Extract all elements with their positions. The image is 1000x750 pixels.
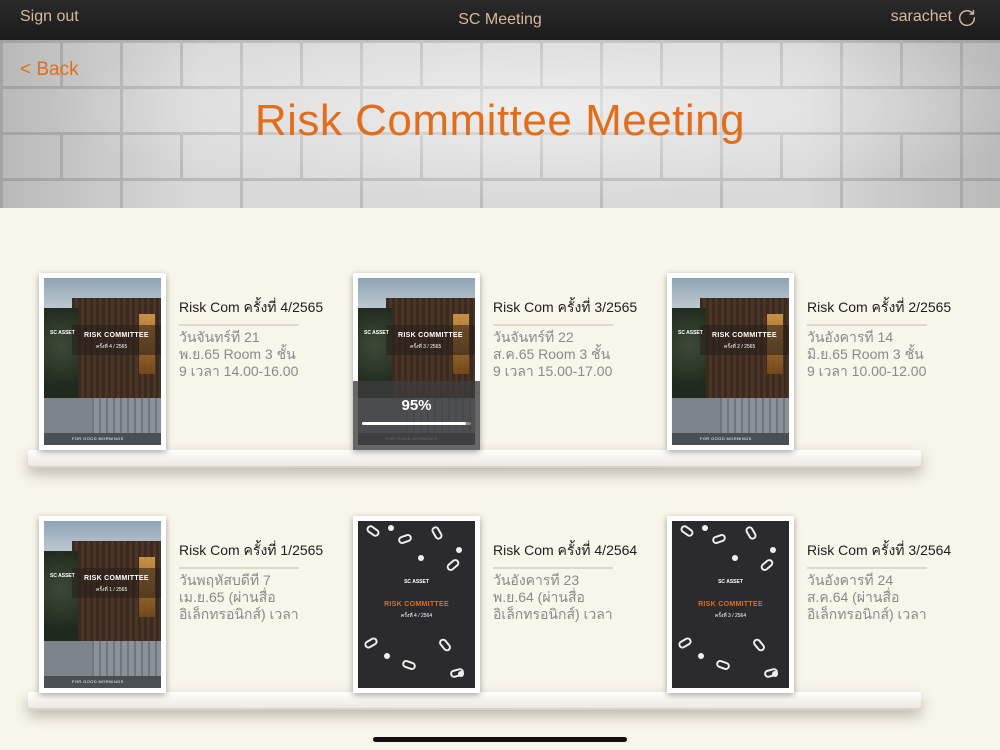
cover-brand: SC ASSET <box>678 330 703 336</box>
app-title: SC Meeting <box>458 11 542 28</box>
meeting-description: วันอังคารที่ 23 พ.ย.64 (ผ่านสื่ออิเล็กทร… <box>493 572 613 622</box>
username-label: sarachet <box>890 8 952 25</box>
meeting-title[interactable]: Risk Com ครั้งที่ 4/2565 <box>179 297 339 319</box>
meeting-description: วันจันทร์ที่ 21 พ.ย.65 Room 3 ชั้น 9 เวล… <box>179 329 299 379</box>
meeting-cover[interactable]: SC ASSET RISK COMMITTEE ครั้งที่ 4 / 256… <box>39 273 166 450</box>
meeting-description: วันอังคารที่ 24 ส.ค.64 (ผ่านสื่ออิเล็กทร… <box>807 572 927 622</box>
cover-subtitle: ครั้งที่ 1 / 2565 <box>96 587 128 593</box>
cover-brand: SC ASSET <box>364 330 389 336</box>
divider <box>179 324 299 326</box>
divider <box>493 324 613 326</box>
meeting-cover[interactable]: SC ASSET RISK COMMITTEE ครั้งที่ 1 / 256… <box>39 516 166 693</box>
meeting-item[interactable]: SC ASSET RISK COMMITTEE ครั้งที่ 4 / 256… <box>353 516 653 696</box>
cover-brand: SC ASSET <box>718 579 743 585</box>
download-progress-fill <box>362 422 466 425</box>
divider <box>179 567 299 569</box>
cover-brand: SC ASSET <box>50 330 75 336</box>
cover-title: RISK COMMITTEE <box>398 332 463 339</box>
home-indicator[interactable] <box>373 737 627 742</box>
meeting-item[interactable]: SC ASSET RISK COMMITTEE ครั้งที่ 3 / 256… <box>667 516 967 696</box>
cover-subtitle: ครั้งที่ 2 / 2565 <box>724 344 756 350</box>
cover-title: RISK COMMITTEE <box>84 332 149 339</box>
refresh-icon[interactable] <box>956 6 978 28</box>
meeting-title[interactable]: Risk Com ครั้งที่ 3/2565 <box>493 297 653 319</box>
meeting-item[interactable]: SC ASSET RISK COMMITTEE ครั้งที่ 2 / 256… <box>667 273 967 453</box>
cover-title: RISK COMMITTEE <box>712 332 777 339</box>
divider <box>807 324 927 326</box>
cover-title: RISK COMMITTEE <box>384 601 449 608</box>
cover-brand: SC ASSET <box>50 573 75 579</box>
cover-footer: FOR GOOD MORNINGS <box>72 679 124 684</box>
cover-brand: SC ASSET <box>404 579 429 585</box>
download-progress-track <box>362 422 471 425</box>
divider <box>807 567 927 569</box>
download-progress-overlay: 95% <box>353 381 480 450</box>
cover-title: RISK COMMITTEE <box>698 601 763 608</box>
meeting-item[interactable]: SC ASSET RISK COMMITTEE ครั้งที่ 4 / 256… <box>39 273 339 453</box>
cover-subtitle: ครั้งที่ 3 / 2564 <box>714 613 747 619</box>
meeting-description: วันพฤหัสบดีที่ 7 เม.ย.65 (ผ่านสื่ออิเล็ก… <box>179 572 299 622</box>
meeting-cover[interactable]: SC ASSET RISK COMMITTEE ครั้งที่ 2 / 256… <box>667 273 794 450</box>
meeting-cover[interactable]: SC ASSET RISK COMMITTEE ครั้งที่ 4 / 256… <box>353 516 480 693</box>
download-progress-text: 95% <box>401 397 432 414</box>
meeting-cover[interactable]: SC ASSET RISK COMMITTEE ครั้งที่ 3 / 256… <box>667 516 794 693</box>
cover-footer: FOR GOOD MORNINGS <box>700 436 752 441</box>
cover-subtitle: ครั้งที่ 4 / 2565 <box>96 344 128 350</box>
meeting-title[interactable]: Risk Com ครั้งที่ 4/2564 <box>493 540 653 562</box>
meeting-item[interactable]: SC ASSET RISK COMMITTEE ครั้งที่ 1 / 256… <box>39 516 339 696</box>
meeting-title[interactable]: Risk Com ครั้งที่ 3/2564 <box>807 540 967 562</box>
meeting-title[interactable]: Risk Com ครั้งที่ 2/2565 <box>807 297 967 319</box>
divider <box>493 567 613 569</box>
meeting-description: วันอังคารที่ 14 มิ.ย.65 Room 3 ชั้น 9 เว… <box>807 329 927 379</box>
cover-footer: FOR GOOD MORNINGS <box>72 436 124 441</box>
cover-subtitle: ครั้งที่ 3 / 2565 <box>410 344 442 350</box>
top-bar: Sign out SC Meeting sarachet <box>0 0 1000 40</box>
meeting-cover[interactable]: SC ASSET RISK COMMITTEE ครั้งที่ 3 / 256… <box>353 273 480 450</box>
back-button[interactable]: < Back <box>20 59 79 81</box>
meeting-description: วันจันทร์ที่ 22 ส.ค.65 Room 3 ชั้น 9 เวล… <box>493 329 613 379</box>
cover-subtitle: ครั้งที่ 4 / 2564 <box>400 613 433 619</box>
meeting-item[interactable]: SC ASSET RISK COMMITTEE ครั้งที่ 3 / 256… <box>353 273 653 453</box>
meeting-title[interactable]: Risk Com ครั้งที่ 1/2565 <box>179 540 339 562</box>
page-title: Risk Committee Meeting <box>254 96 746 145</box>
cover-title: RISK COMMITTEE <box>84 575 149 582</box>
